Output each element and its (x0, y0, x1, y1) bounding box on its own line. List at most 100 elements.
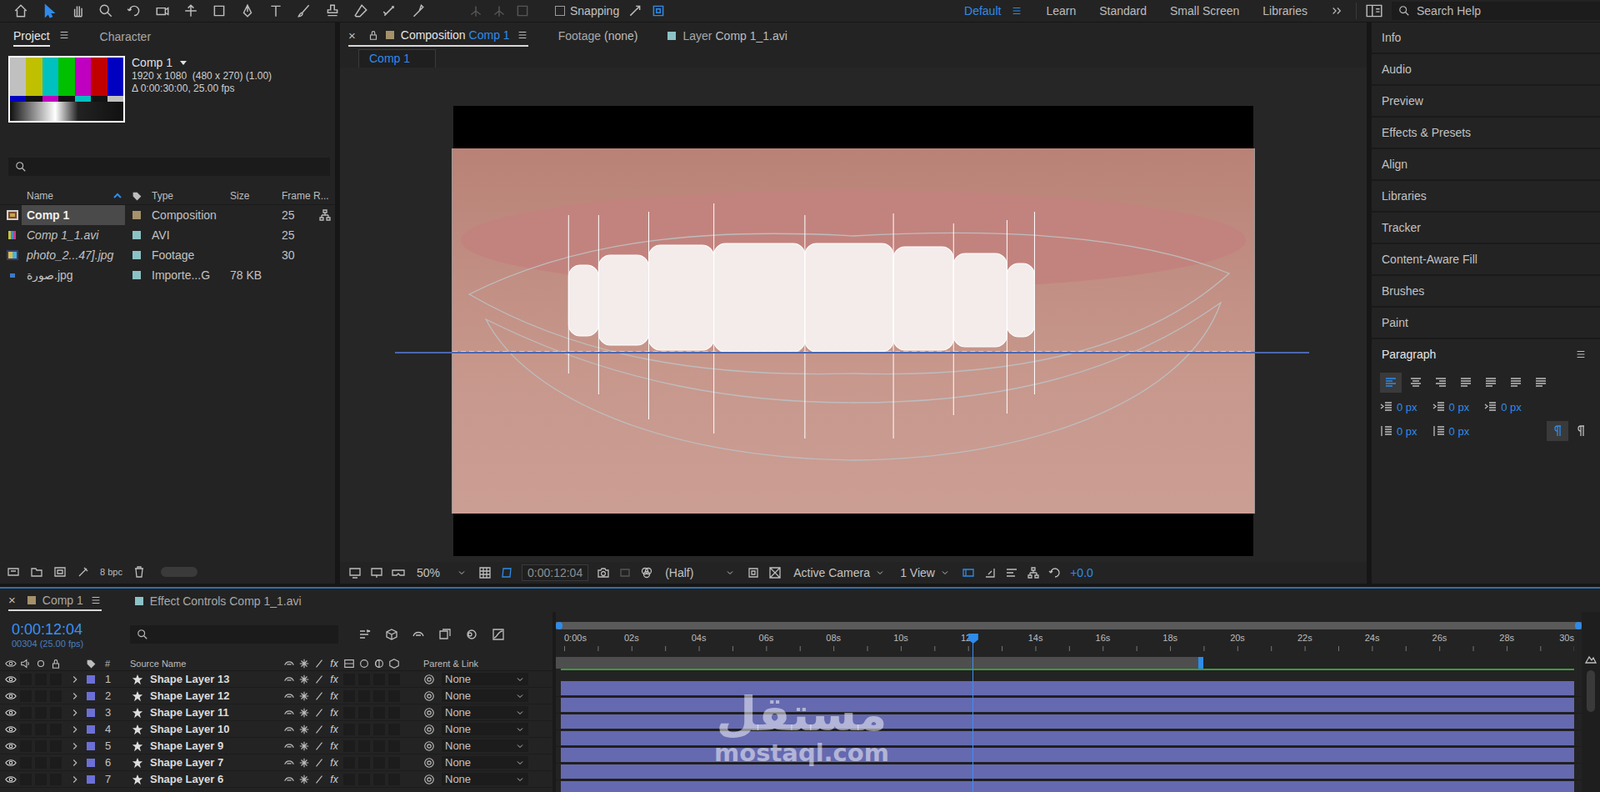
frame-blend-switch[interactable] (343, 706, 355, 719)
effects-switch[interactable]: fx (328, 690, 340, 702)
layer-duration-bar[interactable] (560, 764, 1575, 779)
type-tool-button[interactable] (266, 1, 285, 20)
3d-switch[interactable] (388, 706, 400, 719)
panel-header[interactable]: Effects & Presets (1371, 117, 1600, 148)
interpret-footage-icon[interactable] (6, 565, 20, 579)
expand-chevron-icon[interactable] (69, 723, 81, 735)
panel-menu-icon[interactable] (90, 594, 102, 606)
workspace-tab[interactable]: Standard (1099, 4, 1147, 18)
expand-chevron-icon[interactable] (69, 740, 81, 752)
panel-layout-icon[interactable] (1365, 3, 1384, 19)
lock-toggle[interactable] (50, 773, 62, 785)
layer-row[interactable]: 2Shape Layer 12fxNone (0, 687, 553, 705)
layer-duration-bar[interactable] (560, 680, 1575, 695)
zoom-mountain-icon[interactable] (1584, 651, 1598, 665)
frame-blending-icon[interactable] (438, 627, 452, 641)
effects-column-header[interactable]: fx (328, 657, 340, 670)
view-layout-dropdown[interactable]: 1 View (896, 565, 954, 580)
motion-blur-switch[interactable] (358, 723, 370, 735)
resolution-dropdown[interactable]: (Half) (661, 565, 739, 580)
column-header[interactable]: Size (230, 190, 282, 202)
viewer-tab[interactable]: Footage(none) (558, 25, 639, 45)
snapshot-camera-icon[interactable] (596, 565, 610, 580)
frame-blend-switch[interactable] (343, 673, 355, 685)
camera-tool-button[interactable] (153, 1, 172, 20)
trash-icon[interactable] (132, 565, 146, 579)
timeline-icon[interactable] (1005, 565, 1019, 580)
parent-dropdown[interactable]: None (441, 689, 529, 702)
solo-toggle[interactable] (35, 723, 47, 735)
eye-icon[interactable] (5, 706, 17, 719)
adjustment-switch[interactable] (373, 740, 385, 752)
solo-toggle[interactable] (35, 756, 47, 769)
spacing-field[interactable]: 0 px (1380, 424, 1418, 438)
frame-blend-switch[interactable] (343, 690, 355, 702)
adjustment-switch[interactable] (373, 773, 385, 785)
layer-label-swatch[interactable] (86, 758, 95, 767)
panel-tab[interactable]: Project (13, 24, 50, 47)
layer-duration-bar[interactable] (560, 730, 1575, 745)
panel-header[interactable]: Align (1371, 149, 1600, 180)
label-color-swatch[interactable] (132, 230, 141, 240)
audio-toggle[interactable] (20, 756, 32, 769)
3d-layer-icon[interactable] (388, 657, 400, 670)
breadcrumb-comp[interactable]: Comp 1 (358, 49, 436, 68)
column-header[interactable]: Parent & Link (416, 658, 479, 669)
zoom-tool-button[interactable] (96, 1, 115, 20)
eye-icon[interactable] (5, 723, 17, 735)
viewer-tab[interactable]: LayerComp 1_1.avi (667, 25, 787, 45)
pick-whip-icon[interactable] (423, 673, 435, 685)
quality-switch-icon[interactable] (313, 673, 325, 685)
eye-icon[interactable] (5, 673, 17, 685)
navigator-start-handle[interactable] (555, 621, 563, 630)
pick-whip-icon[interactable] (423, 756, 435, 769)
layer-row[interactable]: 6Shape Layer 7fxNone (0, 754, 553, 771)
3d-switch[interactable] (388, 723, 400, 735)
shy-layers-icon[interactable] (411, 627, 425, 641)
close-tab-button[interactable]: × (348, 28, 356, 43)
column-header[interactable]: Name (21, 190, 125, 202)
motion-blur-switch[interactable] (358, 740, 370, 752)
timeline-tab[interactable]: Effect Controls Comp 1_1.avi (135, 590, 302, 610)
alignment-button[interactable] (1505, 372, 1527, 393)
quality-icon[interactable] (313, 657, 325, 670)
label-color-swatch[interactable] (132, 210, 141, 220)
viewer-tab[interactable]: ×CompositionComp 1 (348, 24, 529, 47)
pick-whip-icon[interactable] (423, 740, 435, 752)
expand-chevron-icon[interactable] (69, 673, 81, 685)
adjustment-switch[interactable] (373, 706, 385, 719)
quality-switch-icon[interactable] (313, 723, 325, 735)
text-direction-button[interactable] (1546, 420, 1569, 441)
horizontal-scrollbar[interactable] (160, 566, 198, 577)
eye-icon[interactable] (5, 690, 17, 702)
navigator-end-handle[interactable] (1575, 621, 1582, 630)
parent-dropdown[interactable]: None (441, 705, 529, 719)
panel-header[interactable]: Paragraph (1371, 339, 1600, 370)
lock-toggle[interactable] (50, 756, 62, 769)
panel-header[interactable]: Libraries (1371, 180, 1600, 211)
scroll-thumb[interactable] (1586, 670, 1595, 712)
audio-toggle[interactable] (20, 773, 32, 785)
shy-switch-icon[interactable] (283, 690, 295, 702)
shy-switch-icon[interactable] (283, 673, 295, 685)
motion-blur-switch[interactable] (358, 773, 370, 785)
collapse-switch-icon[interactable] (298, 706, 310, 719)
eye-icon[interactable] (5, 773, 17, 785)
puppet-tool-button[interactable] (408, 1, 427, 20)
camera-view-dropdown[interactable]: Active Camera (790, 565, 889, 580)
motion-blur-icon[interactable] (358, 657, 370, 670)
audio-toggle[interactable] (20, 673, 32, 685)
flowchart-icon[interactable] (1026, 565, 1040, 580)
snap-features-icon[interactable] (650, 3, 666, 19)
adjustment-switch[interactable] (373, 673, 385, 685)
show-snapshot-icon[interactable] (618, 565, 632, 580)
lock-icon[interactable] (367, 29, 380, 41)
alignment-button[interactable] (1455, 372, 1477, 393)
lock-toggle[interactable] (50, 690, 62, 702)
frame-blend-switch[interactable] (343, 723, 355, 735)
work-area-bar[interactable] (555, 656, 1201, 669)
layer-duration-bar[interactable] (560, 780, 1575, 792)
close-tab-button[interactable]: × (8, 592, 16, 607)
parent-dropdown[interactable]: None (441, 755, 529, 769)
current-time[interactable]: 0:00:12:0400304 (25.00 fps) (11, 620, 119, 649)
